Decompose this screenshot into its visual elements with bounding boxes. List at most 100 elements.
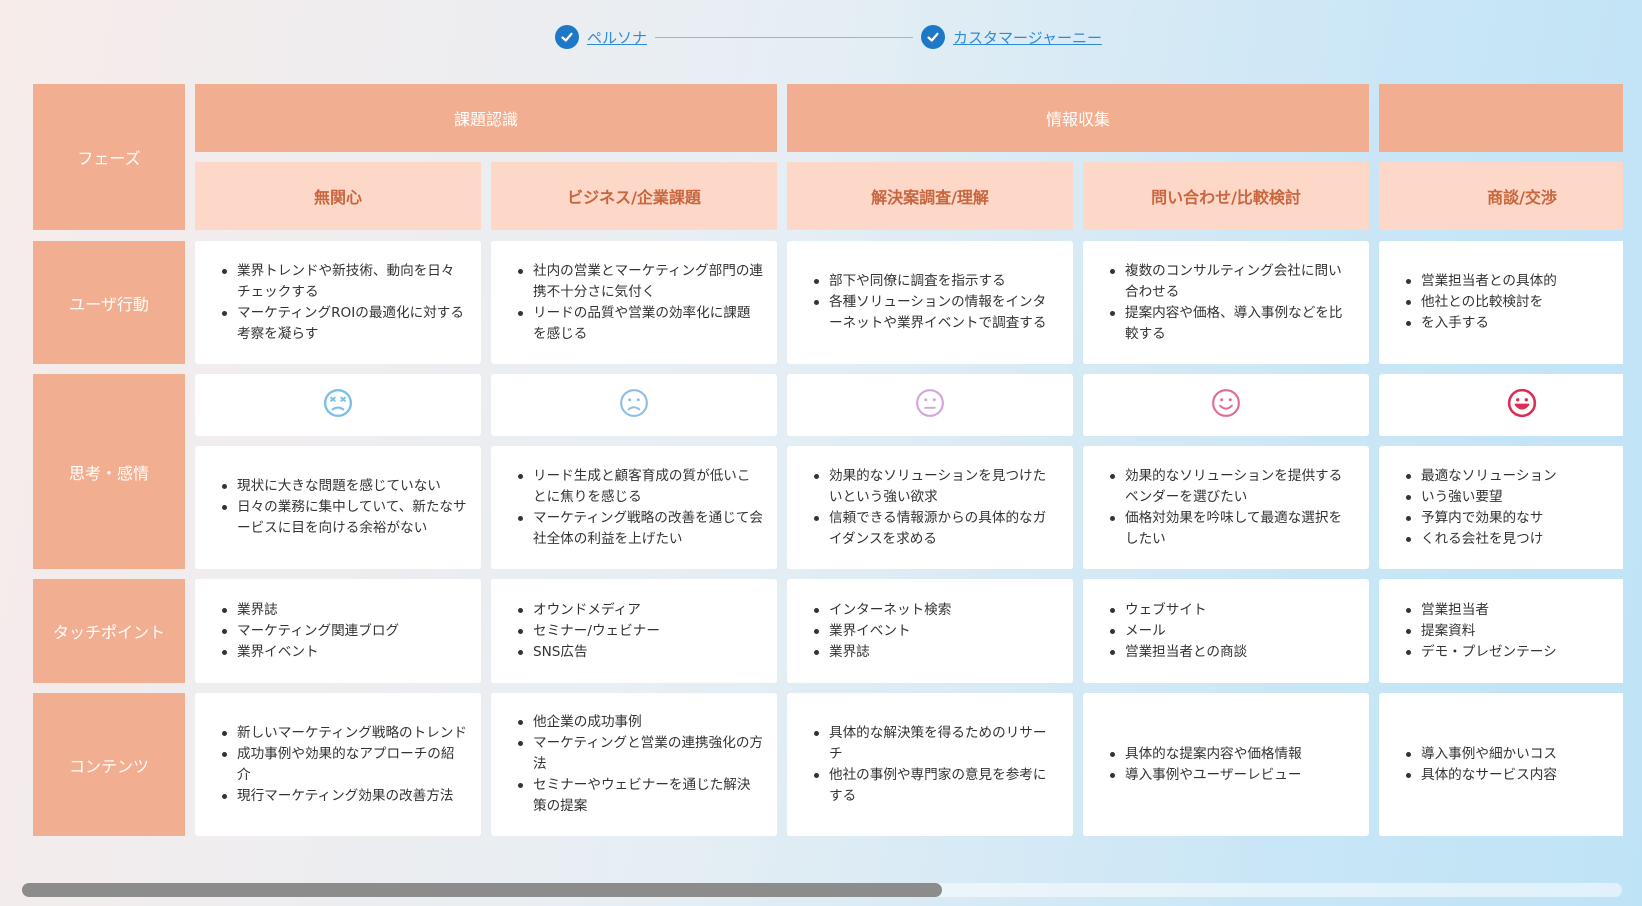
list-item: 営業担当者との商談 bbox=[1103, 642, 1355, 663]
list-item: 導入事例やユーザーレビュー bbox=[1103, 765, 1355, 786]
horizontal-scrollbar[interactable] bbox=[22, 883, 1622, 897]
list-item: 価格対効果を吟味して最適な選択をしたい bbox=[1103, 508, 1355, 550]
step-persona[interactable]: ペルソナ bbox=[555, 25, 647, 49]
thought-card: 最適なソリューション いう強い要望 予算内で効果的なサ くれる会社を見つけ bbox=[1379, 446, 1623, 569]
bullet-list: 社内の営業とマーケティング部門の連携不十分さに気付く リードの品質や営業の効率化に… bbox=[511, 261, 763, 345]
bullet-list: 他企業の成功事例 マーケティングと営業の連携強化の方法 セミナーやウェビナーを通じた… bbox=[511, 712, 763, 817]
check-icon bbox=[555, 25, 579, 49]
phase-header-problem-recognition: 課題認識 bbox=[195, 84, 777, 152]
bullet-list: 導入事例や細かいコス 具体的なサービス内容 bbox=[1399, 744, 1623, 786]
bullet-list: 具体的な提案内容や価格情報 導入事例やユーザーレビュー bbox=[1103, 744, 1355, 786]
list-item: ウェブサイト bbox=[1103, 600, 1355, 621]
bullet-list: 効果的なソリューションを提供するベンダーを選びたい 価格対効果を吟味して最適な選択… bbox=[1103, 466, 1355, 550]
list-item: 営業担当者との具体的 bbox=[1399, 271, 1623, 292]
list-item: SNS広告 bbox=[511, 642, 763, 663]
user-action-card: 業界トレンドや新技術、動向を日々チェックする マーケティングROIの最適化に対する… bbox=[195, 241, 481, 364]
journey-map-board[interactable]: フェーズ ユーザ行動 思考・感情 タッチポイント コンテンツ 課題認識 情報収集… bbox=[33, 84, 1623, 874]
bullet-list: 業界トレンドや新技術、動向を日々チェックする マーケティングROIの最適化に対する… bbox=[215, 261, 467, 345]
list-item: いう強い要望 bbox=[1399, 487, 1623, 508]
list-item: リード生成と顧客育成の質が低いことに焦りを感じる bbox=[511, 466, 763, 508]
touchpoint-card: オウンドメディア セミナー/ウェビナー SNS広告 bbox=[491, 579, 777, 683]
step-customer-journey[interactable]: カスタマージャーニー bbox=[921, 25, 1102, 49]
list-item: 効果的なソリューションを見つけたいという強い欲求 bbox=[807, 466, 1059, 508]
user-action-card: 部下や同僚に調査を指示する 各種ソリューションの情報をインターネットや業界イベント… bbox=[787, 241, 1073, 364]
list-item: 業界誌 bbox=[215, 600, 467, 621]
bullet-list: 新しいマーケティング戦略のトレンド 成功事例や効果的なアプローチの紹介 現行マーケテ… bbox=[215, 723, 467, 807]
row-label-content: コンテンツ bbox=[33, 693, 185, 836]
thought-card: 効果的なソリューションを提供するベンダーを選びたい 価格対効果を吟味して最適な選択… bbox=[1083, 446, 1369, 569]
list-item: 導入事例や細かいコス bbox=[1399, 744, 1623, 765]
list-item: 業界トレンドや新技術、動向を日々チェックする bbox=[215, 261, 467, 303]
bullet-list: 複数のコンサルティング会社に問い合わせる 提案内容や価格、導入事例などを比較する bbox=[1103, 261, 1355, 345]
check-icon bbox=[921, 25, 946, 49]
list-item: 業界イベント bbox=[807, 621, 1059, 642]
bullet-list: 営業担当者 提案資料 デモ・プレゼンテーシ bbox=[1399, 600, 1623, 663]
thought-card: 効果的なソリューションを見つけたいという強い欲求 信頼できる情報源からの具体的なガ… bbox=[787, 446, 1073, 569]
user-action-card: 営業担当者との具体的 他社との比較検討を を入手する bbox=[1379, 241, 1623, 364]
thought-card: 現状に大きな問題を感じていない 日々の業務に集中していて、新たなサービスに目を向け… bbox=[195, 446, 481, 569]
bullet-list: インターネット検索 業界イベント 業界誌 bbox=[807, 600, 1059, 663]
list-item: セミナー/ウェビナー bbox=[511, 621, 763, 642]
user-action-card: 社内の営業とマーケティング部門の連携不十分さに気付く リードの品質や営業の効率化に… bbox=[491, 241, 777, 364]
column-header: 解決案調査/理解 bbox=[787, 162, 1073, 230]
column-header: ビジネス/企業課題 bbox=[491, 162, 777, 230]
frown-face-icon bbox=[619, 388, 649, 422]
list-item: 他企業の成功事例 bbox=[511, 712, 763, 733]
row-label-touchpoint: タッチポイント bbox=[33, 579, 185, 683]
list-item: 成功事例や効果的なアプローチの紹介 bbox=[215, 744, 467, 786]
list-item: 日々の業務に集中していて、新たなサービスに目を向ける余裕がない bbox=[215, 497, 467, 539]
dizzy-face-icon bbox=[323, 388, 353, 422]
bullet-list: 営業担当者との具体的 他社との比較検討を を入手する bbox=[1399, 271, 1623, 334]
list-item: リードの品質や営業の効率化に課題を感じる bbox=[511, 303, 763, 345]
bullet-list: 業界誌 マーケティング関連ブログ 業界イベント bbox=[215, 600, 467, 663]
column-header: 問い合わせ/比較検討 bbox=[1083, 162, 1369, 230]
emotion-card bbox=[1083, 374, 1369, 436]
user-action-card: 複数のコンサルティング会社に問い合わせる 提案内容や価格、導入事例などを比較する bbox=[1083, 241, 1369, 364]
phase-header-next bbox=[1379, 84, 1623, 152]
list-item: 部下や同僚に調査を指示する bbox=[807, 271, 1059, 292]
list-item: セミナーやウェビナーを通じた解決策の提案 bbox=[511, 775, 763, 817]
list-item: 各種ソリューションの情報をインターネットや業界イベントで調査する bbox=[807, 292, 1059, 334]
content-card: 導入事例や細かいコス 具体的なサービス内容 bbox=[1379, 693, 1623, 836]
bullet-list: 効果的なソリューションを見つけたいという強い欲求 信頼できる情報源からの具体的なガ… bbox=[807, 466, 1059, 550]
list-item: オウンドメディア bbox=[511, 600, 763, 621]
bullet-list: 現状に大きな問題を感じていない 日々の業務に集中していて、新たなサービスに目を向け… bbox=[215, 476, 467, 539]
list-item: 具体的なサービス内容 bbox=[1399, 765, 1623, 786]
grin-face-icon bbox=[1507, 388, 1537, 422]
list-item: マーケティングと営業の連携強化の方法 bbox=[511, 733, 763, 775]
list-item: 最適なソリューション bbox=[1399, 466, 1623, 487]
list-item: 提案資料 bbox=[1399, 621, 1623, 642]
content-card: 具体的な提案内容や価格情報 導入事例やユーザーレビュー bbox=[1083, 693, 1369, 836]
list-item: 現状に大きな問題を感じていない bbox=[215, 476, 467, 497]
touchpoint-card: インターネット検索 業界イベント 業界誌 bbox=[787, 579, 1073, 683]
list-item: 具体的な解決策を得るためのリサーチ bbox=[807, 723, 1059, 765]
step-persona-link[interactable]: ペルソナ bbox=[587, 27, 647, 48]
scrollbar-thumb[interactable] bbox=[22, 883, 942, 897]
list-item: 他社との比較検討を bbox=[1399, 292, 1623, 313]
bullet-list: 具体的な解決策を得るためのリサーチ 他社の事例や専門家の意見を参考にする bbox=[807, 723, 1059, 807]
touchpoint-card: 営業担当者 提案資料 デモ・プレゼンテーシ bbox=[1379, 579, 1623, 683]
progress-stepper: ペルソナ カスタマージャーニー bbox=[555, 24, 1102, 50]
list-item: 提案内容や価格、導入事例などを比較する bbox=[1103, 303, 1355, 345]
row-label-thought-emotion: 思考・感情 bbox=[33, 374, 185, 569]
list-item: デモ・プレゼンテーシ bbox=[1399, 642, 1623, 663]
emotion-card bbox=[195, 374, 481, 436]
bullet-list: 部下や同僚に調査を指示する 各種ソリューションの情報をインターネットや業界イベント… bbox=[807, 271, 1059, 334]
list-item: マーケティング関連ブログ bbox=[215, 621, 467, 642]
touchpoint-card: ウェブサイト メール 営業担当者との商談 bbox=[1083, 579, 1369, 683]
content-card: 新しいマーケティング戦略のトレンド 成功事例や効果的なアプローチの紹介 現行マーケテ… bbox=[195, 693, 481, 836]
column-header: 無関心 bbox=[195, 162, 481, 230]
smile-face-icon bbox=[1211, 388, 1241, 422]
list-item: 現行マーケティング効果の改善方法 bbox=[215, 786, 467, 807]
stepper-connector bbox=[655, 36, 914, 38]
content-card: 他企業の成功事例 マーケティングと営業の連携強化の方法 セミナーやウェビナーを通じた… bbox=[491, 693, 777, 836]
row-label-user-action: ユーザ行動 bbox=[33, 241, 185, 364]
list-item: 具体的な提案内容や価格情報 bbox=[1103, 744, 1355, 765]
step-customer-journey-link[interactable]: カスタマージャーニー bbox=[953, 27, 1102, 48]
list-item: 営業担当者 bbox=[1399, 600, 1623, 621]
row-label-phase: フェーズ bbox=[33, 84, 185, 230]
bullet-list: 最適なソリューション いう強い要望 予算内で効果的なサ くれる会社を見つけ bbox=[1399, 466, 1623, 550]
neutral-face-icon bbox=[915, 388, 945, 422]
list-item: 信頼できる情報源からの具体的なガイダンスを求める bbox=[807, 508, 1059, 550]
list-item: 他社の事例や専門家の意見を参考にする bbox=[807, 765, 1059, 807]
